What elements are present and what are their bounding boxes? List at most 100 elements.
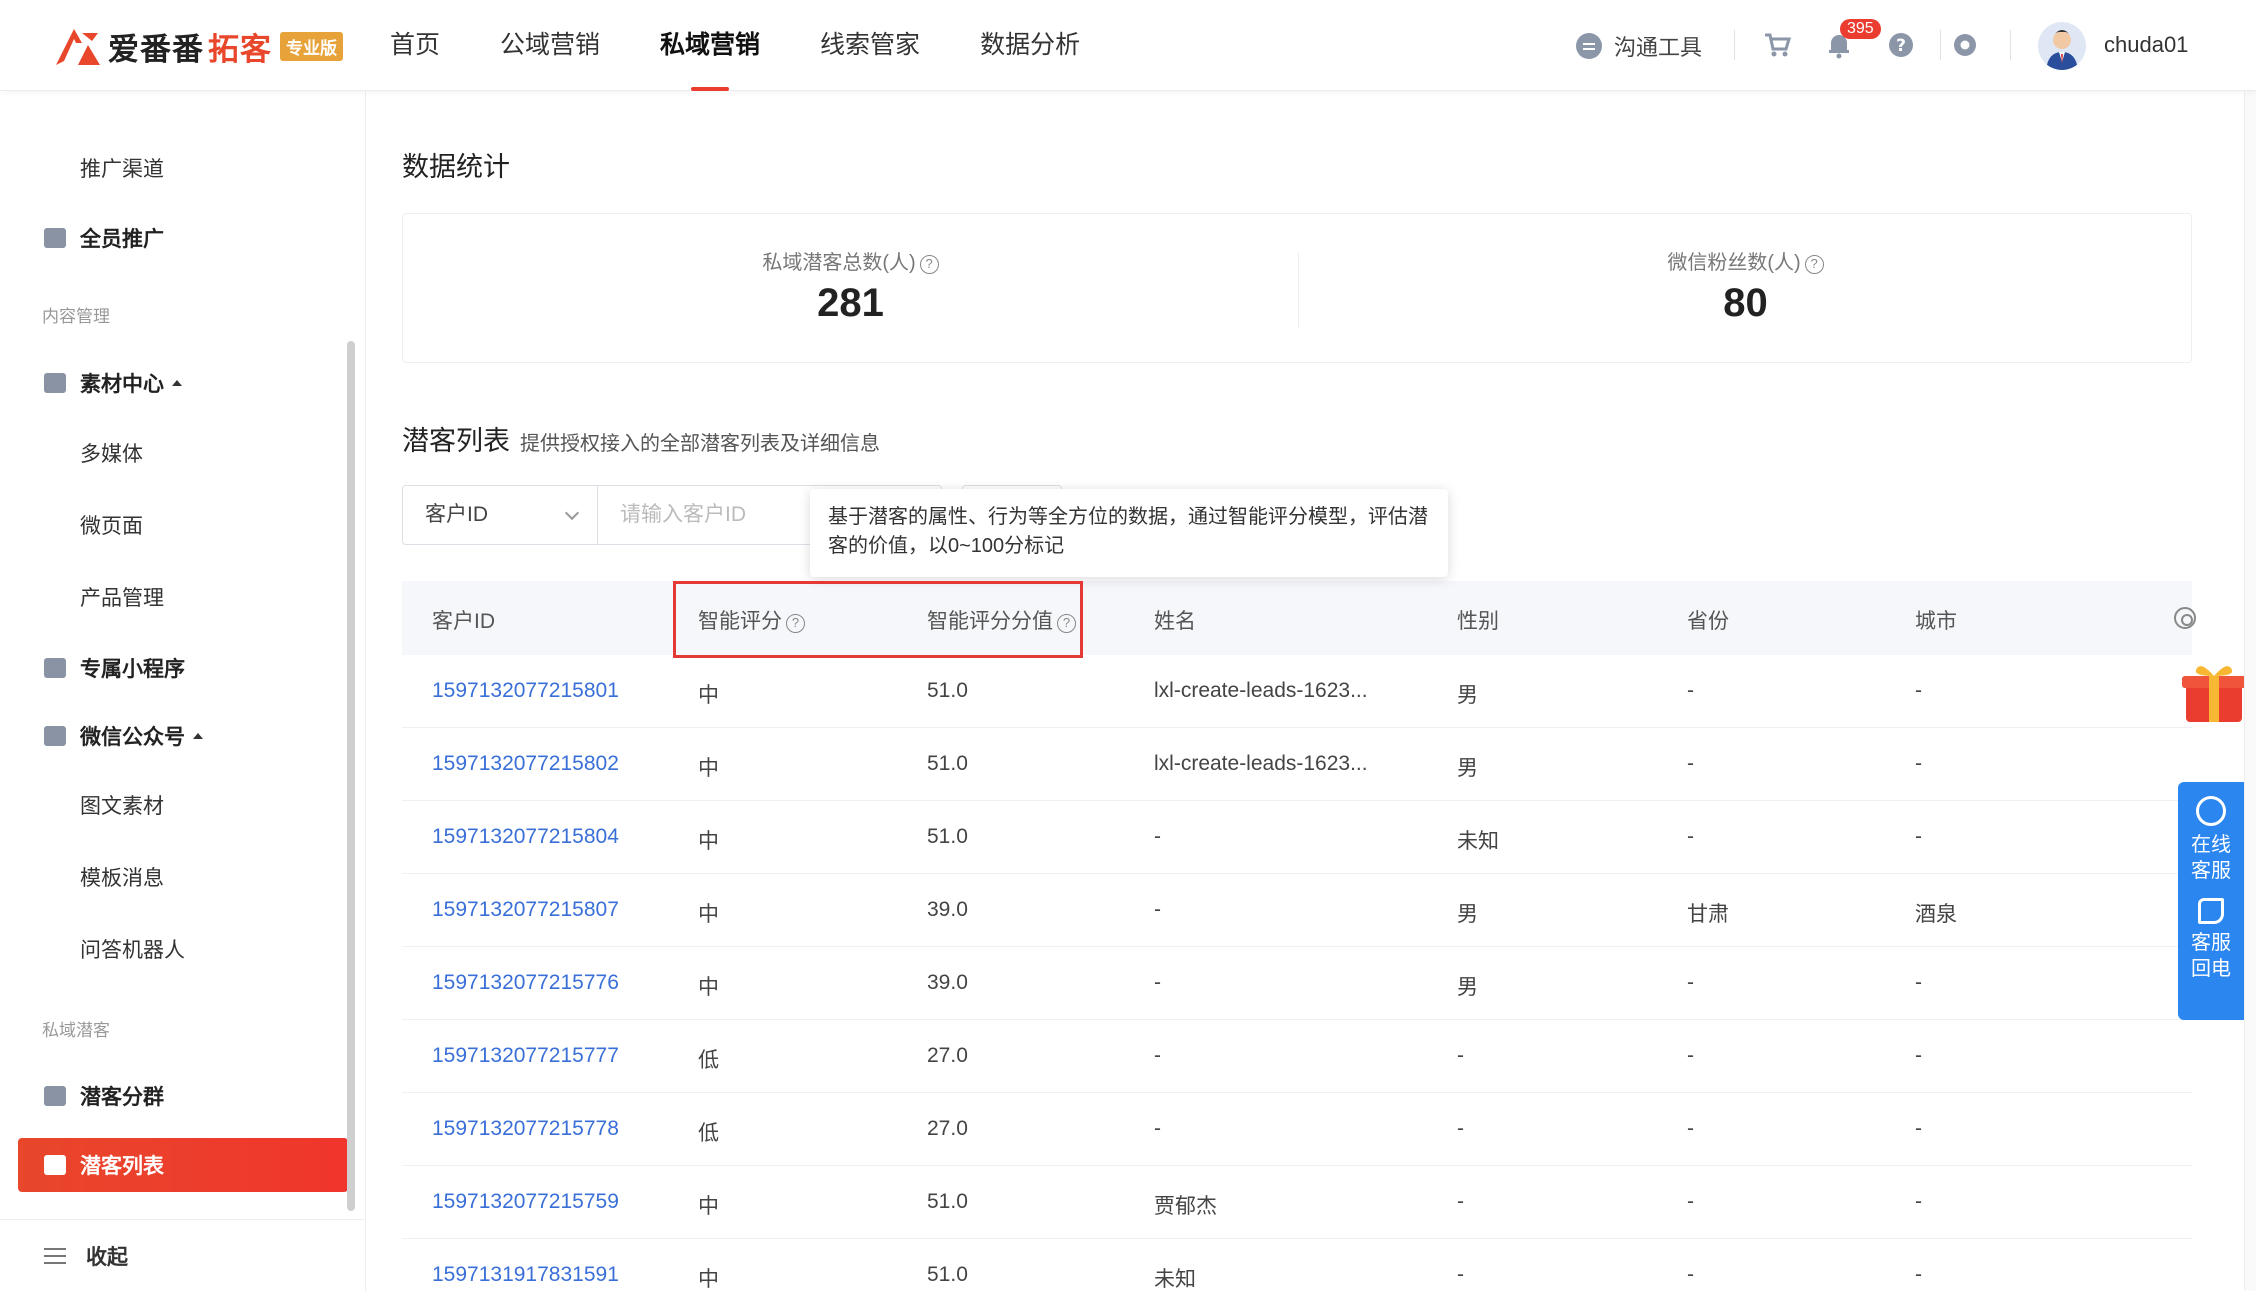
column-settings-icon[interactable] bbox=[2174, 607, 2196, 629]
cell-name: lxl-create-leads-1623... bbox=[1154, 679, 1368, 702]
phone-icon bbox=[2198, 898, 2224, 924]
sidebar-item-wechat-official[interactable]: 微信公众号 bbox=[0, 709, 348, 763]
svg-text:?: ? bbox=[1896, 36, 1906, 56]
sidebar-item-promo-channel[interactable]: 推广渠道 bbox=[0, 141, 348, 195]
sidebar-item-image-text[interactable]: 图文素材 bbox=[0, 778, 348, 832]
col-city: 城市 bbox=[1915, 610, 1957, 633]
chat-icon bbox=[1576, 33, 1602, 59]
cell-province: - bbox=[1687, 1117, 1694, 1140]
cell-customer-id[interactable]: 1597132077215807 bbox=[432, 898, 619, 922]
sidebar-item-label: 潜客分群 bbox=[80, 1086, 164, 1109]
cell-customer-id[interactable]: 1597132077215776 bbox=[432, 971, 619, 995]
table-row[interactable]: 1597132077215776 中 39.0 - 男 - - bbox=[402, 947, 2192, 1020]
sidebar-group-private: 私域潜客 bbox=[42, 1021, 110, 1040]
cell-gender: 男 bbox=[1457, 757, 1478, 780]
sidebar-item-label: 微页面 bbox=[80, 515, 143, 538]
col-gender: 性别 bbox=[1457, 610, 1499, 633]
score-tooltip: 基于潜客的属性、行为等全方位的数据，通过智能评分模型，评估潜客的价值，以0~10… bbox=[810, 489, 1448, 577]
cell-name: 贾郁杰 bbox=[1154, 1195, 1217, 1218]
sidebar-scrollbar[interactable] bbox=[347, 341, 355, 1211]
table-row[interactable]: 1597132077215777 低 27.0 - - - - bbox=[402, 1020, 2192, 1093]
sidebar-collapse-button[interactable]: 收起 bbox=[0, 1219, 365, 1291]
table-row[interactable]: 1597132077215778 低 27.0 - - - - bbox=[402, 1093, 2192, 1166]
cell-customer-id[interactable]: 1597132077215801 bbox=[432, 679, 619, 703]
online-service-label: 在线客服 bbox=[2191, 834, 2231, 882]
cell-score-value: 51.0 bbox=[927, 1263, 968, 1286]
filter-field-select[interactable]: 客户ID bbox=[402, 485, 598, 545]
sidebar-item-lead-list[interactable]: 潜客列表 bbox=[18, 1138, 348, 1192]
comm-tool-button[interactable]: 沟通工具 bbox=[1576, 30, 1702, 62]
cell-smart-score: 低 bbox=[698, 1122, 719, 1145]
header-divider-2 bbox=[1940, 30, 1941, 60]
cell-score-value: 27.0 bbox=[927, 1044, 968, 1067]
col-name: 姓名 bbox=[1154, 610, 1196, 633]
help-icon[interactable]: ? bbox=[1886, 30, 1916, 60]
page-scrollbar[interactable] bbox=[2244, 91, 2256, 1291]
table-row[interactable]: 1597131917831591 中 51.0 未知 - - - bbox=[402, 1239, 2192, 1291]
cell-customer-id[interactable]: 1597132077215778 bbox=[432, 1117, 619, 1141]
brand-product: 拓客 bbox=[208, 31, 272, 67]
cell-province: - bbox=[1687, 1190, 1694, 1213]
sidebar-item-lead-group[interactable]: 潜客分群 bbox=[0, 1069, 348, 1123]
brand-logo[interactable]: 爱番番 拓客 专业版 bbox=[52, 22, 343, 70]
nav-private-marketing[interactable]: 私域营销 bbox=[660, 0, 760, 91]
brand-badge: 专业版 bbox=[280, 31, 343, 61]
stat-wechat-fans: 微信粉丝数(人)? 80 bbox=[1298, 214, 2193, 364]
gift-icon[interactable] bbox=[2180, 660, 2246, 724]
user-avatar[interactable] bbox=[2038, 22, 2086, 70]
nav-home[interactable]: 首页 bbox=[390, 0, 440, 91]
sidebar-item-material-center[interactable]: 素材中心 bbox=[0, 356, 348, 410]
table-row[interactable]: 1597132077215801 中 51.0 lxl-create-leads-16… bbox=[402, 655, 2192, 728]
customer-service-panel: 在线客服 客服回电 bbox=[2178, 782, 2244, 1020]
help-circle-icon[interactable]: ? bbox=[919, 255, 939, 274]
nav-lead-manager[interactable]: 线索管家 bbox=[820, 0, 920, 91]
col-customer-id: 客户ID bbox=[432, 610, 495, 633]
brand-name: 爱番番 bbox=[108, 31, 204, 67]
username[interactable]: chuda01 bbox=[2104, 32, 2188, 58]
main-nav: 首页 公域营销 私域营销 线索管家 数据分析 bbox=[390, 0, 1140, 91]
help-circle-icon[interactable]: ? bbox=[1804, 255, 1824, 274]
sidebar-group-content: 内容管理 bbox=[42, 307, 110, 326]
cell-smart-score: 中 bbox=[698, 684, 719, 707]
sidebar-item-micro-page[interactable]: 微页面 bbox=[0, 498, 348, 552]
sidebar-item-multimedia[interactable]: 多媒体 bbox=[0, 426, 348, 480]
online-service-button[interactable]: 在线客服 bbox=[2178, 782, 2244, 884]
cell-city: 酒泉 bbox=[1915, 903, 1957, 926]
sidebar-item-label: 微信公众号 bbox=[80, 726, 185, 749]
highlight-box bbox=[673, 581, 1083, 658]
callback-button[interactable]: 客服回电 bbox=[2178, 884, 2244, 982]
cell-score-value: 51.0 bbox=[927, 1190, 968, 1213]
cell-gender: - bbox=[1457, 1044, 1464, 1067]
cell-customer-id[interactable]: 1597132077215759 bbox=[432, 1190, 619, 1214]
stats-panel: 私域潜客总数(人)? 281 微信粉丝数(人)? 80 bbox=[402, 213, 2192, 363]
table-row[interactable]: 1597132077215759 中 51.0 贾郁杰 - - - bbox=[402, 1166, 2192, 1239]
cell-province: - bbox=[1687, 1044, 1694, 1067]
table-row[interactable]: 1597132077215802 中 51.0 lxl-create-leads-16… bbox=[402, 728, 2192, 801]
nav-public-marketing[interactable]: 公域营销 bbox=[500, 0, 600, 91]
sidebar-item-template-msg[interactable]: 模板消息 bbox=[0, 850, 348, 904]
main-content: 数据统计 私域潜客总数(人)? 281 微信粉丝数(人)? 80 潜客列表 提供授… bbox=[366, 91, 2256, 1291]
table-row[interactable]: 1597132077215807 中 39.0 - 男 甘肃 酒泉 bbox=[402, 874, 2192, 947]
cell-name: - bbox=[1154, 825, 1161, 848]
cell-gender: - bbox=[1457, 1117, 1464, 1140]
cell-customer-id[interactable]: 1597132077215802 bbox=[432, 752, 619, 776]
users-icon bbox=[44, 228, 66, 248]
settings-icon[interactable] bbox=[1950, 30, 1980, 60]
notification-badge: 395 bbox=[1840, 19, 1881, 39]
sidebar-item-mini-program[interactable]: 专属小程序 bbox=[0, 641, 348, 695]
nav-data-analysis[interactable]: 数据分析 bbox=[980, 0, 1080, 91]
callback-label: 客服回电 bbox=[2191, 932, 2231, 980]
sidebar-item-qa-bot[interactable]: 问答机器人 bbox=[0, 922, 348, 976]
lead-table: 客户ID 智能评分? 智能评分分值? 姓名 性别 省份 城市 159713207… bbox=[402, 581, 2196, 1291]
table-row[interactable]: 1597132077215804 中 51.0 - 未知 - - bbox=[402, 801, 2192, 874]
cell-customer-id[interactable]: 1597132077215804 bbox=[432, 825, 619, 849]
stat-value: 80 bbox=[1723, 281, 1768, 325]
cell-score-value: 39.0 bbox=[927, 971, 968, 994]
cell-province: - bbox=[1687, 825, 1694, 848]
cell-city: - bbox=[1915, 1044, 1922, 1067]
cell-customer-id[interactable]: 1597131917831591 bbox=[432, 1263, 619, 1287]
cart-icon[interactable] bbox=[1762, 30, 1792, 60]
sidebar-item-all-staff[interactable]: 全员推广 bbox=[0, 211, 348, 265]
sidebar-item-product-mgmt[interactable]: 产品管理 bbox=[0, 570, 348, 624]
cell-customer-id[interactable]: 1597132077215777 bbox=[432, 1044, 619, 1068]
